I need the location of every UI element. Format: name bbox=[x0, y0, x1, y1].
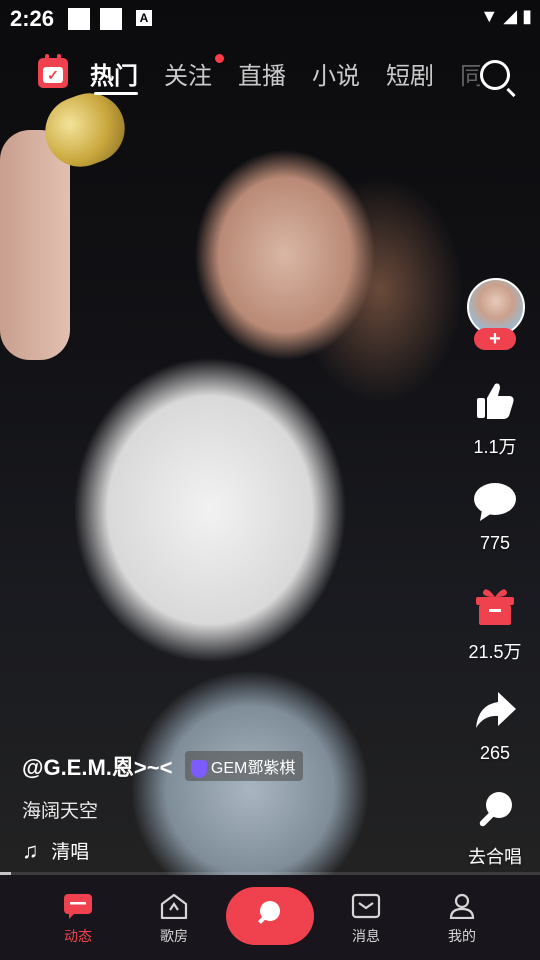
nav-rooms[interactable]: 歌房 bbox=[139, 893, 209, 946]
creator-username[interactable]: @G.E.M.恩>~< bbox=[22, 750, 172, 782]
gift-count: 21.5万 bbox=[468, 642, 522, 662]
badge-label: GEM鄧紫棋 bbox=[210, 760, 296, 777]
chat-bubble-icon bbox=[64, 894, 92, 919]
nav-profile[interactable]: 我的 bbox=[427, 893, 497, 946]
duet-label: 去合唱 bbox=[468, 847, 522, 867]
verified-badge[interactable]: GEM鄧紫棋 bbox=[184, 751, 304, 781]
tab-follow[interactable]: 关注 bbox=[164, 56, 212, 91]
tab-more[interactable]: 同 bbox=[460, 56, 480, 91]
thumbs-up-icon bbox=[477, 383, 514, 419]
comment-count: 775 bbox=[479, 533, 511, 553]
notification-icon bbox=[100, 8, 122, 30]
sing-mode-label: 清唱 bbox=[51, 842, 90, 863]
share-button[interactable]: 265 bbox=[460, 688, 530, 764]
screen: 2:26 A ▼ ◢ ▮ ✓ 热门 关注 直播 小说 短剧 同 + 1.1万 7… bbox=[0, 0, 540, 960]
microphone-icon bbox=[479, 792, 512, 827]
follow-notification-dot bbox=[215, 54, 224, 63]
calendar-checkin-icon[interactable]: ✓ bbox=[38, 54, 68, 88]
music-note-icon: ♫ bbox=[22, 838, 39, 863]
share-arrow-icon bbox=[476, 692, 516, 728]
search-icon[interactable] bbox=[480, 60, 510, 90]
notification-icon bbox=[68, 8, 90, 30]
tab-live[interactable]: 直播 bbox=[238, 56, 286, 91]
comment-button[interactable]: 775 bbox=[460, 478, 530, 554]
person-icon bbox=[449, 893, 475, 920]
keyboard-notification-icon: A bbox=[136, 10, 152, 26]
house-icon bbox=[160, 893, 188, 920]
nav-profile-label: 我的 bbox=[448, 928, 476, 944]
status-bar: 2:26 A ▼ ◢ ▮ bbox=[0, 0, 540, 38]
top-nav: ✓ 热门 关注 直播 小说 短剧 同 bbox=[0, 48, 540, 100]
like-button[interactable]: 1.1万 bbox=[460, 378, 530, 459]
duet-button[interactable]: 去合唱 bbox=[460, 788, 530, 869]
video-player[interactable] bbox=[0, 0, 540, 875]
follow-button[interactable]: + bbox=[474, 328, 516, 350]
tab-novel[interactable]: 小说 bbox=[312, 56, 360, 91]
envelope-icon bbox=[351, 893, 381, 919]
sing-button[interactable] bbox=[226, 887, 314, 945]
bottom-nav: 动态 歌房 消息 我的 bbox=[0, 875, 540, 960]
gift-button[interactable]: 21.5万 bbox=[460, 583, 530, 664]
like-count: 1.1万 bbox=[473, 437, 517, 457]
comment-bubble-icon bbox=[474, 483, 516, 521]
nav-messages-label: 消息 bbox=[352, 928, 380, 944]
nav-rooms-label: 歌房 bbox=[160, 928, 188, 944]
nav-feed[interactable]: 动态 bbox=[43, 893, 113, 946]
nav-feed-label: 动态 bbox=[64, 928, 92, 944]
tab-short-drama[interactable]: 短剧 bbox=[386, 56, 434, 91]
nav-messages[interactable]: 消息 bbox=[331, 893, 401, 946]
status-time: 2:26 bbox=[10, 6, 55, 31]
system-status-icons: ▼ ◢ ▮ bbox=[480, 6, 532, 26]
song-title[interactable]: 海阔天空 bbox=[22, 796, 442, 823]
shield-icon bbox=[190, 759, 207, 778]
video-info: @G.E.M.恩>~< GEM鄧紫棋 海阔天空 ♫ 清唱 bbox=[22, 750, 442, 864]
active-tab-indicator bbox=[94, 92, 138, 95]
tab-hot[interactable]: 热门 bbox=[90, 56, 138, 91]
share-count: 265 bbox=[479, 743, 511, 763]
gift-icon bbox=[476, 589, 514, 625]
video-arm bbox=[0, 130, 70, 360]
